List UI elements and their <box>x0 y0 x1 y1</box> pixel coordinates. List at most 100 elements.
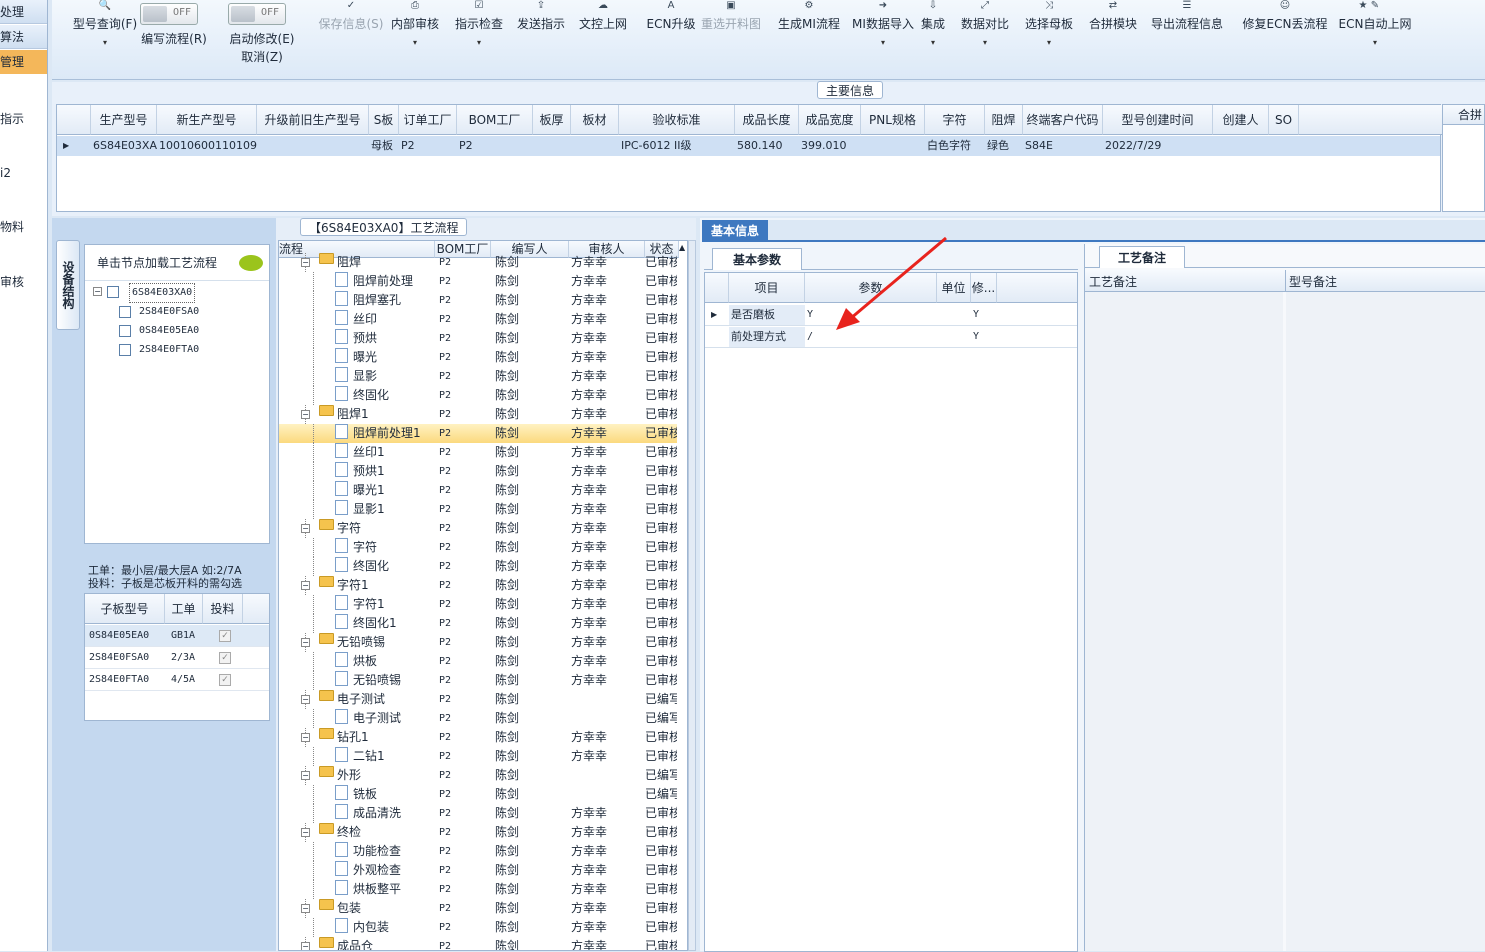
flow-row[interactable]: 终固化1 P2 陈剑 方幸幸 已审核 <box>279 614 677 633</box>
column-header[interactable]: 成品宽度 <box>799 105 861 135</box>
collapse-icon[interactable]: − <box>93 287 102 296</box>
collapse-icon[interactable]: − <box>301 524 310 533</box>
flow-row[interactable]: 成品清洗 P2 陈剑 方幸幸 已审核 <box>279 804 677 823</box>
table-cell[interactable]: P2 <box>457 136 533 156</box>
left-nav-item[interactable]: 物料 <box>0 215 47 239</box>
dropdown-arrow-icon[interactable]: ▾ <box>450 38 508 47</box>
table-cell[interactable]: Y <box>971 305 997 325</box>
toolbar-button[interactable]: ⎙ 内部审核 ▾ <box>386 0 444 47</box>
dropdown-arrow-icon[interactable]: ▾ <box>1020 38 1078 47</box>
dropdown-arrow-icon[interactable]: ▾ <box>956 38 1014 47</box>
flow-row[interactable]: − 钻孔1 P2 陈剑 方幸幸 已审核 <box>279 728 677 747</box>
table-cell[interactable]: 10010600110109 <box>157 136 257 156</box>
flow-row[interactable]: 预烘1 P2 陈剑 方幸幸 已审核 <box>279 462 677 481</box>
tree-node-child[interactable]: 2S84E0FTA0 <box>109 341 259 359</box>
column-header[interactable]: 修... <box>971 273 997 303</box>
table-cell[interactable]: 4/5A <box>169 670 205 690</box>
column-header[interactable]: 终端客户代码 <box>1023 105 1103 135</box>
table-cell[interactable]: 0S84E05EA0 <box>87 626 165 646</box>
column-header[interactable]: 阻焊 <box>985 105 1023 135</box>
toolbar-button[interactable]: ✎ ECN自动上网 ▾ <box>1328 0 1422 47</box>
column-header[interactable]: 升级前旧生产型号 <box>257 105 369 135</box>
flow-row[interactable]: 烘板整平 P2 陈剑 方幸幸 已审核 <box>279 880 677 899</box>
flow-row[interactable]: 烘板 P2 陈剑 方幸幸 已审核 <box>279 652 677 671</box>
flow-row[interactable]: − 字符1 P2 陈剑 方幸幸 已审核 <box>279 576 677 595</box>
tree-node-child[interactable]: 2S84E0FSA0 <box>109 303 259 321</box>
column-header[interactable]: 生产型号 <box>91 105 157 135</box>
table-cell[interactable]: 2S84E0FSA0 <box>87 648 165 668</box>
table-cell[interactable]: IPC-6012 II级 <box>619 136 735 156</box>
table-cell[interactable]: 绿色 <box>985 136 1023 156</box>
flow-row[interactable]: − 电子测试 P2 陈剑 已编写 <box>279 690 677 709</box>
flow-row[interactable]: 无铅喷锡 P2 陈剑 方幸幸 已审核 <box>279 671 677 690</box>
left-nav-item[interactable]: 审核 <box>0 270 47 294</box>
flow-row[interactable]: 字符 P2 陈剑 方幸幸 已审核 <box>279 538 677 557</box>
collapse-icon[interactable]: − <box>301 581 310 590</box>
process-flow-tab[interactable]: 【6S84E03XA0】工艺流程 <box>300 218 468 236</box>
table-cell[interactable]: 2022/7/29 <box>1103 136 1213 156</box>
flow-row[interactable]: 丝印1 P2 陈剑 方幸幸 已审核 <box>279 443 677 462</box>
table-cell[interactable]: 2/3A <box>169 648 205 668</box>
table-cell[interactable] <box>533 136 571 156</box>
flow-row[interactable]: − 外形 P2 陈剑 已编写 <box>279 766 677 785</box>
flow-row[interactable]: 终固化 P2 陈剑 方幸幸 已审核 <box>279 386 677 405</box>
column-header[interactable]: 工单 <box>165 594 203 624</box>
toggle-switch[interactable]: OFF <box>228 3 286 25</box>
flow-row[interactable]: 曝光1 P2 陈剑 方幸幸 已审核 <box>279 481 677 500</box>
flow-row[interactable]: 阻焊前处理1 P2 陈剑 方幸幸 已审核 <box>279 424 677 443</box>
flow-row[interactable]: 字符1 P2 陈剑 方幸幸 已审核 <box>279 595 677 614</box>
toolbar-button-label[interactable]: 编写流程(R) <box>134 30 214 47</box>
table-cell[interactable] <box>1269 136 1299 156</box>
column-header[interactable]: 板材 <box>571 105 619 135</box>
left-nav-item[interactable]: i2 <box>0 161 47 185</box>
flow-row[interactable]: 曝光 P2 陈剑 方幸幸 已审核 <box>279 348 677 367</box>
toolbar-button-label[interactable]: 启动修改(E) <box>222 30 302 47</box>
toolbar-button[interactable]: ▣ 重选开料图 <box>696 0 766 32</box>
column-header[interactable]: BOM工厂 <box>457 105 533 135</box>
flow-row[interactable]: 阻焊塞孔 P2 陈剑 方幸幸 已审核 <box>279 291 677 310</box>
collapse-icon[interactable]: − <box>301 771 310 780</box>
table-cell[interactable]: 前处理方式 <box>729 327 805 347</box>
node-checkbox[interactable] <box>107 286 119 298</box>
column-header[interactable]: 项目 <box>729 273 805 303</box>
process-remark-area[interactable] <box>1085 292 1283 951</box>
dropdown-arrow-icon[interactable]: ▾ <box>386 38 444 47</box>
node-checkbox[interactable] <box>119 325 131 337</box>
flow-row[interactable]: 阻焊前处理 P2 陈剑 方幸幸 已审核 <box>279 272 677 291</box>
flow-row[interactable]: − 包装 P2 陈剑 方幸幸 已审核 <box>279 899 677 918</box>
flow-row[interactable]: − 阻焊1 P2 陈剑 方幸幸 已审核 <box>279 405 677 424</box>
table-cell[interactable]: 580.140 <box>735 136 799 156</box>
node-checkbox[interactable] <box>119 344 131 356</box>
column-header[interactable]: 创建人 <box>1213 105 1269 135</box>
column-header[interactable]: 型号创建时间 <box>1103 105 1213 135</box>
toolbar-button[interactable]: ☑ 指示检查 ▾ <box>450 0 508 47</box>
toolbar-button[interactable]: ⇪ 发送指示 <box>512 0 570 32</box>
table-cell[interactable]: S84E <box>1023 136 1103 156</box>
flow-row[interactable]: 外观检查 P2 陈剑 方幸幸 已审核 <box>279 861 677 880</box>
collapse-icon[interactable]: − <box>301 733 310 742</box>
table-row[interactable]: 2S84E0FSA0 2/3A ✓ <box>85 647 269 669</box>
node-checkbox[interactable] <box>119 306 131 318</box>
flow-row[interactable]: 预烘 P2 陈剑 方幸幸 已审核 <box>279 329 677 348</box>
flow-row[interactable]: 电子测试 P2 陈剑 已编写 <box>279 709 677 728</box>
table-cell[interactable] <box>571 136 619 156</box>
model-remark-area[interactable] <box>1286 292 1485 951</box>
tree-node-root[interactable]: − 6S84E03XA0 <box>89 283 269 303</box>
toolbar-button-sublabel[interactable]: 取消(Z) <box>222 48 302 65</box>
table-row[interactable]: 2S84E0FTA0 4/5A ✓ <box>85 669 269 691</box>
process-remark-tab[interactable]: 工艺备注 <box>1099 246 1185 268</box>
checkbox-checked-icon[interactable]: ✓ <box>219 630 231 642</box>
column-header[interactable]: PNL规格 <box>861 105 925 135</box>
flow-row[interactable]: 功能检查 P2 陈剑 方幸幸 已审核 <box>279 842 677 861</box>
table-cell[interactable] <box>257 136 369 156</box>
left-nav-item[interactable]: 管理 <box>0 50 47 74</box>
checkbox-checked-icon[interactable]: ✓ <box>219 674 231 686</box>
table-cell[interactable]: P2 <box>399 136 457 156</box>
table-cell[interactable]: 母板 <box>369 136 399 156</box>
collapse-icon[interactable]: − <box>301 942 310 950</box>
table-cell[interactable] <box>861 136 925 156</box>
collapse-icon[interactable]: − <box>301 695 310 704</box>
toolbar-button[interactable]: ☁ 文控上网 <box>574 0 632 32</box>
flow-row[interactable]: − 字符 P2 陈剑 方幸幸 已审核 <box>279 519 677 538</box>
table-cell[interactable]: Y <box>971 327 997 347</box>
